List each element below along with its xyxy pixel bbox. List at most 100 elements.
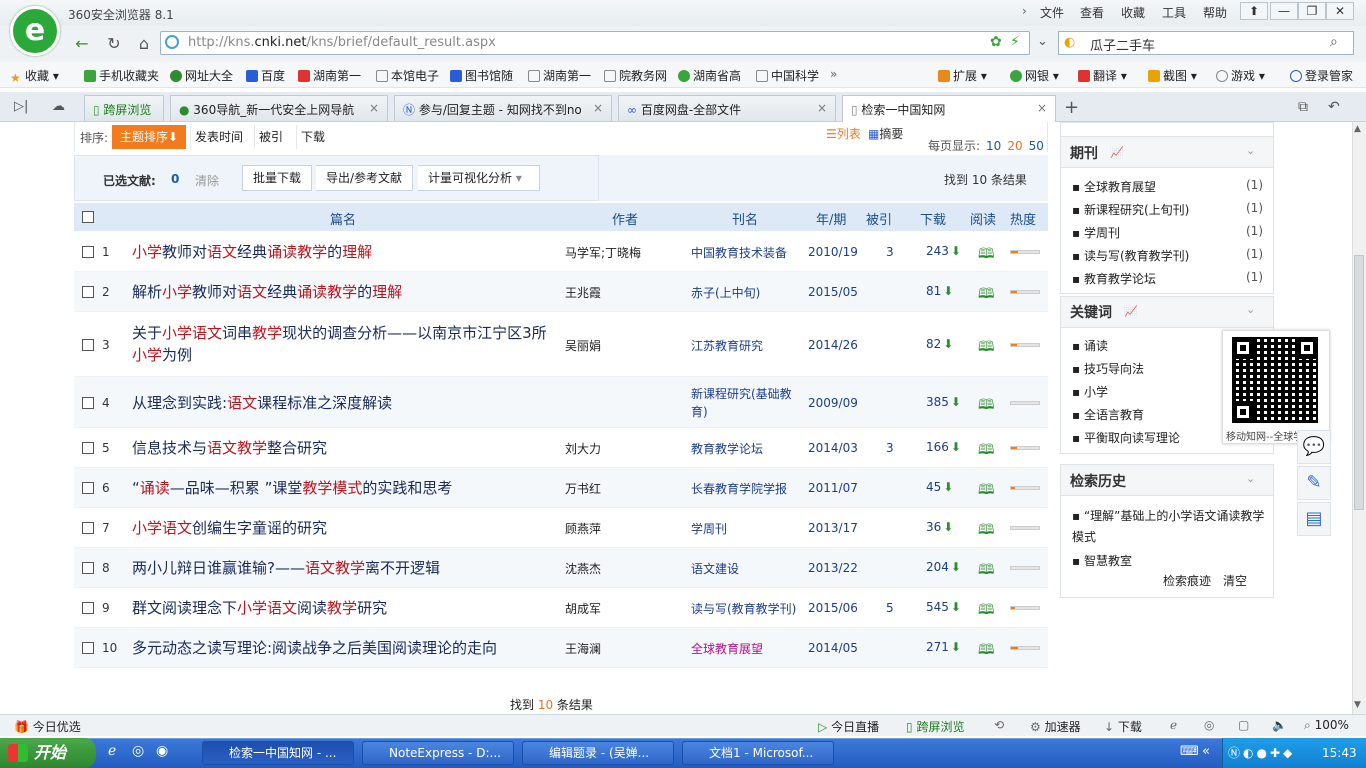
cross-screen-button[interactable]: ▯ 跨屏浏览	[906, 718, 964, 735]
read-book-icon[interactable]: 🕮	[978, 283, 995, 307]
tab-forum-reply[interactable]: Ⓝ 参与/回复主题 - 知网找不到no ×	[394, 95, 612, 121]
read-book-icon[interactable]: 🕮	[978, 394, 995, 418]
read-book-icon[interactable]: 🕮	[978, 559, 995, 583]
article-cited-count[interactable]: 5	[886, 601, 894, 615]
article-download[interactable]: 81 ⬇	[926, 284, 953, 298]
row-checkbox[interactable]	[82, 642, 94, 654]
article-journal[interactable]: 语文建设	[691, 560, 803, 578]
ie-mode-icon[interactable]: ℯ	[1170, 718, 1177, 732]
visual-analysis-button[interactable]: 计量可视化分析 ▾	[418, 165, 540, 191]
task-cnki[interactable]: 检索一中国知网 - ...	[202, 741, 354, 765]
row-checkbox[interactable]	[82, 396, 94, 409]
clear-selection-link[interactable]: 清除	[195, 172, 219, 189]
article-author[interactable]: 王兆霞	[565, 284, 601, 301]
download-icon[interactable]: ⬇	[951, 244, 961, 258]
article-author[interactable]: 万书红	[565, 480, 601, 497]
keyboard-icon[interactable]: ⌨	[1180, 744, 1199, 759]
journal-facet-item[interactable]: ▪ 新课程研究(上旬刊)	[1072, 201, 1189, 218]
tab-list-icon[interactable]: ⧉	[1298, 99, 1308, 115]
bookmark-favorites[interactable]: ★ 收藏 ▾	[10, 67, 59, 85]
browser-logo[interactable]: e	[10, 6, 60, 56]
article-journal[interactable]: 新课程研究(基础教育)	[691, 385, 797, 421]
menu-favorites[interactable]: 收藏	[1121, 4, 1145, 21]
tray-icons[interactable]: Ⓝ◐●✚◆	[1228, 744, 1295, 761]
read-book-icon[interactable]: 🕮	[978, 639, 995, 663]
row-checkbox[interactable]	[82, 562, 94, 574]
article-cited-count[interactable]: 3	[886, 245, 894, 259]
article-journal[interactable]: 中国教育技术装备	[691, 244, 803, 262]
games-button[interactable]: 游戏 ▾	[1216, 67, 1265, 84]
address-dropdown-icon[interactable]: ⌄	[1037, 34, 1048, 49]
download-icon[interactable]: ⬇	[951, 640, 961, 654]
search-engine-icon[interactable]: ◐	[1064, 35, 1075, 50]
article-download[interactable]: 385 ⬇	[926, 395, 961, 409]
bookmark-library[interactable]: 图书馆随	[450, 67, 513, 84]
browser-icon[interactable]: ◎	[1204, 718, 1214, 732]
download-icon[interactable]: ⬇	[951, 600, 961, 614]
keyword-chart-icon[interactable]: 📈	[1124, 305, 1138, 318]
search-icon[interactable]: ⌕	[1330, 34, 1338, 50]
collapse-chevron-icon[interactable]: ⌄	[1246, 144, 1255, 157]
row-checkbox[interactable]	[82, 286, 94, 298]
download-icon[interactable]: ⬇	[951, 395, 961, 409]
tray-arrow-icon[interactable]: «	[1202, 744, 1210, 759]
history-item-2[interactable]: ▪ 智慧教室	[1072, 552, 1132, 569]
download-icon[interactable]: ⬇	[943, 284, 953, 298]
menu-chevron-icon[interactable]: ›	[1022, 4, 1027, 18]
journal-facet-item[interactable]: ▪ 读与写(教育教学刊)	[1072, 247, 1189, 264]
journal-facet-item[interactable]: ▪ 教育教学论坛	[1072, 270, 1156, 287]
article-download[interactable]: 204 ⬇	[926, 560, 961, 574]
download-icon[interactable]: ⬇	[943, 480, 953, 494]
bookmark-sites[interactable]: 网址大全	[170, 67, 233, 84]
view-list-button[interactable]: ☰列表	[826, 125, 861, 142]
keyword-facet-item[interactable]: ▪ 技巧导向法	[1072, 360, 1144, 377]
zoom-level[interactable]: ⌕ 100%	[1304, 718, 1349, 733]
sidebar-toggle-icon[interactable]: ▷|	[14, 99, 28, 114]
new-tab-button[interactable]: +	[1064, 97, 1079, 118]
keyword-facet-item[interactable]: ▪ 诵读	[1072, 337, 1108, 354]
window-icon[interactable]: ▢	[1238, 718, 1249, 732]
compat-icon[interactable]: ⟲	[994, 718, 1004, 732]
360-icon[interactable]: ◎	[132, 743, 144, 759]
article-title-link[interactable]: 多元动态之读写理论:阅读战争之后美国阅读理论的走向	[132, 637, 562, 659]
select-all-checkbox[interactable]	[82, 211, 94, 223]
download-icon[interactable]: ⬇	[943, 337, 953, 351]
close-button[interactable]: ✕	[1326, 2, 1354, 20]
article-download[interactable]: 82 ⬇	[926, 337, 953, 351]
sort-by-download[interactable]: 下载	[296, 125, 329, 149]
article-title-link[interactable]: “诵读—品味—积累 ”课堂教学模式的实践和思考	[132, 477, 562, 499]
article-download[interactable]: 545 ⬇	[926, 600, 961, 614]
bookmark-baidu[interactable]: 百度	[246, 67, 285, 84]
article-title-link[interactable]: 两小儿辩日谁赢谁输?——语文教学离不开逻辑	[132, 557, 562, 579]
article-author[interactable]: 王海澜	[565, 640, 601, 657]
bookmark-library-e[interactable]: 本馆电子	[376, 67, 439, 84]
task-word[interactable]: 文档1 - Microsof...	[682, 741, 834, 765]
tab-360-nav[interactable]: ● 360导航_新一代安全上网导航 ×	[170, 95, 388, 121]
feedback-icon[interactable]: 💬	[1297, 430, 1331, 464]
scroll-up-icon[interactable]: ▲	[1354, 124, 1361, 134]
translate-button[interactable]: 翻译 ▾	[1078, 67, 1127, 84]
keyword-facet-item[interactable]: ▪ 小学	[1072, 383, 1108, 400]
ie-icon[interactable]: ℯ	[108, 743, 116, 759]
history-clear-link[interactable]: 清空	[1223, 572, 1247, 589]
row-checkbox[interactable]	[82, 442, 94, 454]
pin-icon[interactable]: ⬆	[1240, 2, 1268, 20]
article-journal[interactable]: 教育教学论坛	[691, 440, 803, 458]
article-author[interactable]: 吴丽娟	[565, 337, 601, 354]
screenshot-button[interactable]: 截图 ▾	[1148, 67, 1197, 84]
tab-cnki-search[interactable]: ▯ 检索一中国知网 ×	[842, 95, 1056, 123]
bank-button[interactable]: 网银 ▾	[1010, 67, 1059, 84]
export-reference-button[interactable]: 导出/参考文献	[316, 165, 414, 191]
address-text[interactable]: http://kns.cnki.net/kns/brief/default_re…	[188, 35, 496, 50]
qq-icon[interactable]: ◉	[156, 743, 168, 759]
home-icon[interactable]: ⌂	[134, 34, 154, 54]
cloud-icon[interactable]: ☁	[52, 99, 65, 114]
per-page-20[interactable]: 20	[1007, 139, 1022, 153]
article-download[interactable]: 36 ⬇	[926, 520, 953, 534]
edit-icon[interactable]: ✎	[1297, 466, 1331, 500]
read-book-icon[interactable]: 🕮	[978, 243, 995, 267]
accelerator-button[interactable]: ⚙ 加速器	[1030, 718, 1081, 735]
download-icon[interactable]: ⬇	[943, 520, 953, 534]
article-title-link[interactable]: 小学语文创编生字童谣的研究	[132, 517, 562, 539]
read-book-icon[interactable]: 🕮	[978, 599, 995, 623]
